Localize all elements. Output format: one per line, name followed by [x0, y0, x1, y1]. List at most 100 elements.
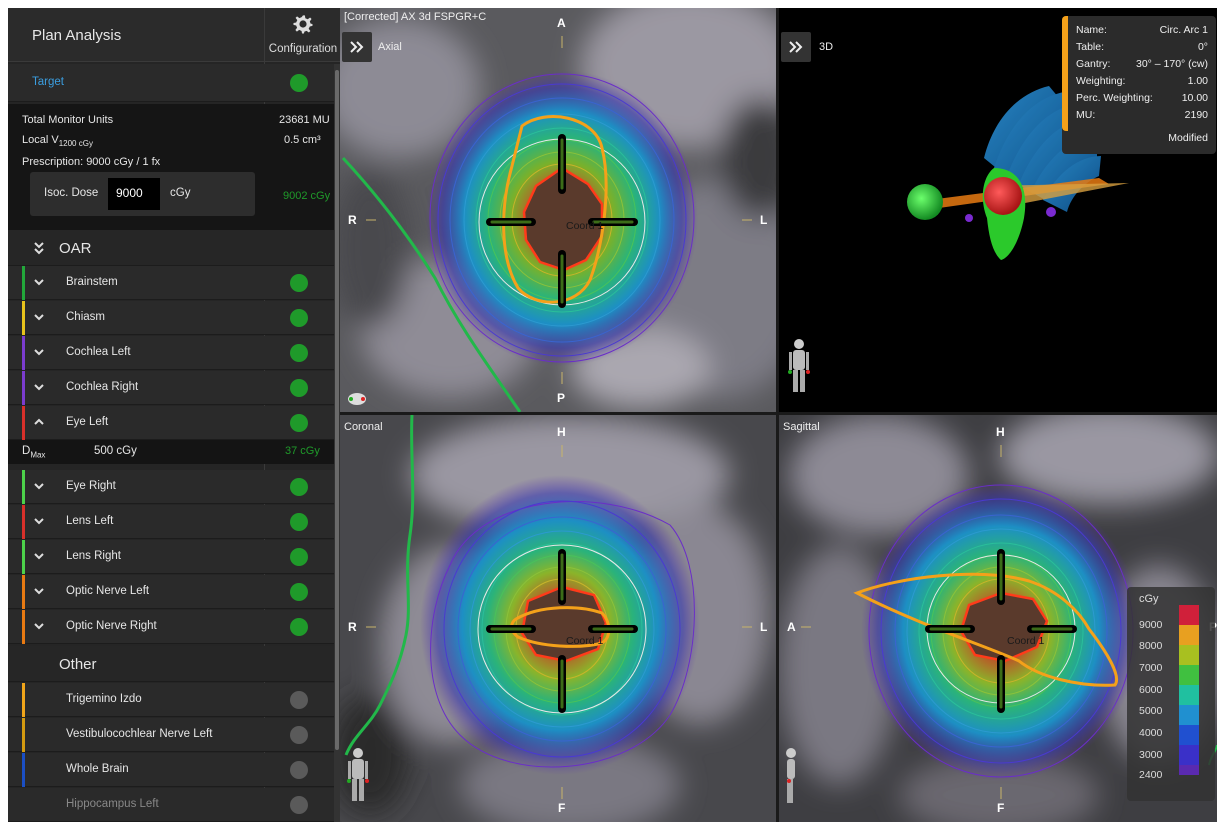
local-v-label: Local V1200 cGy — [22, 134, 93, 149]
app-window: Plan Analysis Configuration Target Total… — [8, 8, 1217, 822]
structure-color-stripe — [22, 610, 25, 644]
orientation-bottom: F — [997, 801, 1005, 815]
gear-icon — [293, 15, 313, 34]
oar-item-chiasm[interactable]: Chiasm — [8, 301, 334, 335]
status-dot — [290, 618, 308, 636]
viewport-label-coronal: Coronal — [344, 421, 383, 433]
dmax-label: DMax — [22, 445, 46, 460]
oar-item-cochlea-left[interactable]: Cochlea Left — [8, 336, 334, 370]
eye-left-dmax-row: DMax 500 cGy 37 cGy — [8, 440, 334, 464]
orientation-left: A — [787, 620, 796, 634]
chevron-down-icon[interactable] — [33, 550, 45, 562]
oar-item-label: Cochlea Left — [66, 346, 131, 358]
local-v-value: 0.5 cm³ — [284, 134, 321, 146]
chevron-up-icon[interactable] — [33, 416, 45, 428]
oar-item-optic-nerve-left[interactable]: Optic Nerve Left — [8, 575, 334, 609]
other-item-vestibulocochlear-nerve-left[interactable]: Vestibulocochlear Nerve Left — [8, 718, 334, 752]
orientation-top: H — [996, 425, 1005, 439]
info-key: Gantry: — [1076, 58, 1111, 70]
oar-item-label: Lens Right — [66, 550, 121, 562]
beam-color-bar — [1062, 16, 1068, 131]
status-dot — [290, 796, 308, 814]
beam-status: Modified — [1168, 132, 1208, 144]
oar-item-lens-left[interactable]: Lens Left — [8, 505, 334, 539]
info-key: MU: — [1076, 109, 1096, 121]
status-dot — [290, 691, 308, 709]
coord-label: Coord 1 — [566, 635, 604, 647]
3d-viewport[interactable]: 3D Name: Circ. Arc 1 Table: 0° Gantry: 3… — [779, 8, 1217, 412]
oar-item-eye-right[interactable]: Eye Right — [8, 470, 334, 504]
structure-color-stripe — [22, 575, 25, 609]
orientation-left: R — [348, 620, 357, 634]
target-row[interactable]: Target — [8, 64, 334, 102]
other-section-header[interactable]: Other — [8, 646, 334, 682]
info-key: Perc. Weighting: — [1076, 92, 1153, 104]
structure-color-stripe — [22, 301, 25, 335]
configuration-button[interactable]: Configuration — [264, 8, 340, 62]
orientation-left: R — [348, 213, 357, 227]
other-item-hippocampus-left[interactable]: Hippocampus Left — [8, 788, 334, 822]
viewport-label-axial: Axial — [378, 41, 402, 53]
chevron-down-icon[interactable] — [33, 515, 45, 527]
structure-color-stripe — [22, 470, 25, 504]
other-item-whole-brain[interactable]: Whole Brain — [8, 753, 334, 787]
other-item-label: Whole Brain — [66, 763, 129, 775]
oar-item-cochlea-right[interactable]: Cochlea Right — [8, 371, 334, 405]
local-v-subscript: 1200 cGy — [58, 139, 93, 149]
viewport-label-3d: 3D — [819, 41, 834, 53]
expand-axial-button[interactable] — [342, 32, 372, 62]
sagittal-viewport[interactable]: Sagittal H F A P Coord 1 cGy 9000 8000 7… — [779, 415, 1217, 822]
orientation-right: L — [760, 213, 768, 227]
plan-analysis-sidebar: Plan Analysis Configuration Target Total… — [8, 8, 340, 822]
info-value: 30° – 170° (cw) — [1135, 58, 1208, 70]
info-value: 1.00 — [1187, 75, 1208, 87]
status-dot — [290, 344, 308, 362]
head-orientation-icon — [348, 393, 366, 405]
oar-item-brainstem[interactable]: Brainstem — [8, 266, 334, 300]
oar-item-label: Optic Nerve Right — [66, 620, 157, 632]
orientation-top: A — [557, 16, 566, 30]
dmax-value: 500 cGy — [94, 445, 137, 457]
sidebar-title: Plan Analysis — [32, 27, 122, 44]
dose-color-legend: cGy 9000 8000 7000 6000 5000 4000 3000 2… — [1127, 587, 1215, 801]
axial-image — [340, 8, 776, 412]
chevron-down-icon[interactable] — [33, 381, 45, 393]
oar-section-header[interactable]: OAR — [8, 230, 334, 266]
axial-viewport[interactable]: [Corrected] AX 3d FSPGR+C Axial A P R L … — [340, 8, 776, 412]
expand-3d-button[interactable] — [781, 32, 811, 62]
scrollbar-thumb[interactable] — [335, 70, 339, 750]
chevron-down-icon[interactable] — [33, 585, 45, 597]
target-status-dot — [290, 74, 308, 92]
plan-summary-panel: Total Monitor Units 23681 MU Local V1200… — [8, 104, 334, 230]
legend-tick: 8000 — [1139, 640, 1163, 652]
series-name: [Corrected] AX 3d FSPGR+C — [344, 11, 487, 23]
legend-tick: 6000 — [1139, 684, 1163, 696]
other-item-trigemino-izdo[interactable]: Trigemino Izdo — [8, 683, 334, 717]
isoc-dose-input[interactable]: 9000 — [108, 178, 160, 210]
oar-item-lens-right[interactable]: Lens Right — [8, 540, 334, 574]
info-key: Weighting: — [1076, 75, 1126, 87]
oar-item-optic-nerve-right[interactable]: Optic Nerve Right — [8, 610, 334, 644]
dmax-result: 37 cGy — [285, 445, 320, 457]
chevron-down-icon[interactable] — [33, 276, 45, 288]
status-dot — [290, 478, 308, 496]
coronal-image — [340, 415, 776, 822]
oar-item-eye-left[interactable]: Eye Left — [8, 406, 334, 440]
viewport-label-sagittal: Sagittal — [783, 421, 820, 433]
coronal-viewport[interactable]: Coronal H F R L Coord 1 — [340, 415, 776, 822]
coord-label: Coord 1 — [566, 220, 604, 232]
status-dot — [290, 761, 308, 779]
legend-tick: 2400 — [1139, 769, 1163, 781]
double-chevron-right-icon — [789, 41, 803, 53]
chevron-down-icon[interactable] — [33, 620, 45, 632]
chevron-down-icon[interactable] — [33, 311, 45, 323]
status-dot — [290, 726, 308, 744]
chevron-down-icon[interactable] — [33, 480, 45, 492]
chevron-down-icon[interactable] — [33, 346, 45, 358]
oar-item-label: Chiasm — [66, 311, 105, 323]
dmax-subscript: Max — [30, 450, 46, 460]
oar-item-label: Eye Left — [66, 416, 109, 428]
structure-color-stripe — [22, 683, 25, 717]
status-dot — [290, 379, 308, 397]
info-key: Name: — [1076, 24, 1107, 36]
